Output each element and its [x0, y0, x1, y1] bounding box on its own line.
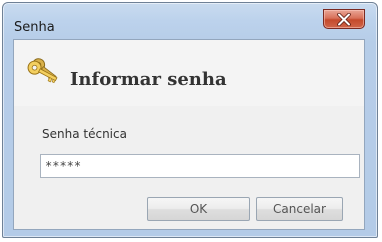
password-field[interactable] [40, 154, 360, 178]
title-bar[interactable]: Senha [3, 3, 377, 39]
keys-icon [27, 58, 58, 84]
close-button[interactable] [323, 9, 365, 29]
dialog-window: Senha Informar senha Senha técnica *****… [2, 2, 378, 238]
dialog-body: Informar senha Senha técnica OK Cancelar [13, 39, 365, 230]
password-label: Senha técnica [42, 127, 127, 141]
close-icon [337, 13, 351, 26]
cancel-button[interactable]: Cancelar [256, 197, 343, 221]
dialog-header: Informar senha [14, 40, 364, 106]
page: Senha Informar senha Senha técnica *****… [0, 0, 382, 242]
ok-button[interactable]: OK [147, 197, 250, 221]
window-title: Senha [14, 20, 55, 35]
dialog-heading: Informar senha [70, 69, 227, 90]
